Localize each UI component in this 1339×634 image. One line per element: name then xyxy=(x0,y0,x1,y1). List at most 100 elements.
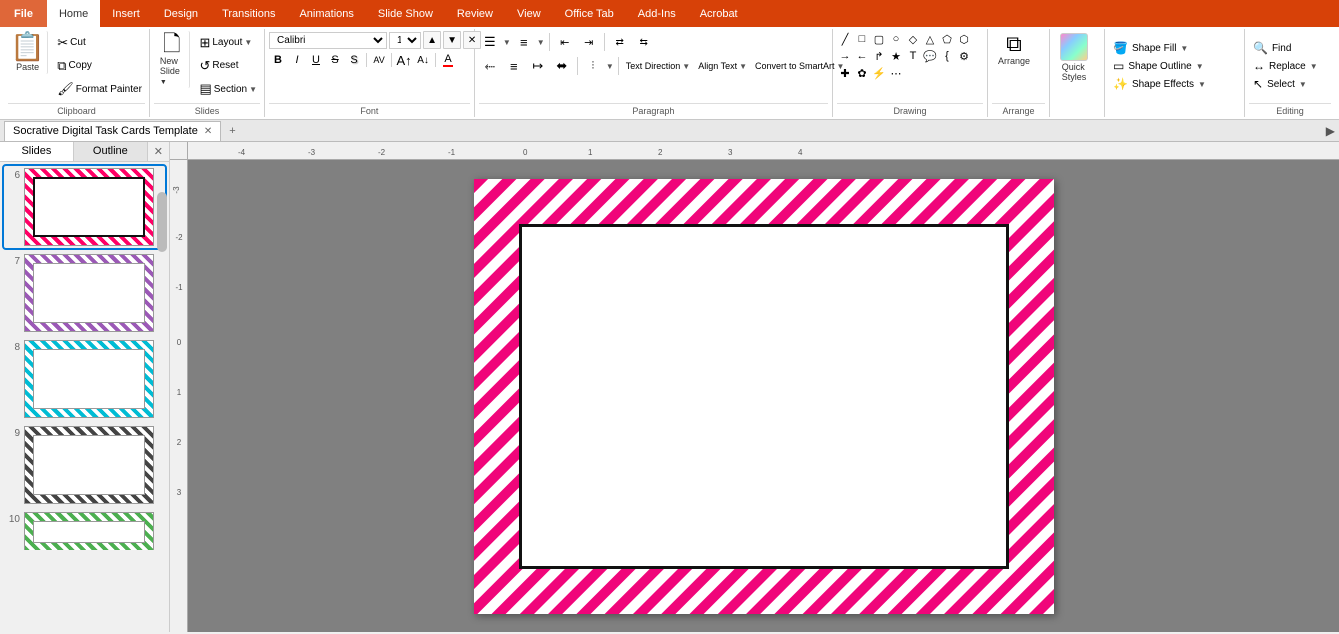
bold-button[interactable]: B xyxy=(269,51,287,69)
new-slide-button[interactable]: 🗋 NewSlide ▼ xyxy=(154,31,191,88)
shapes-container: ╱ □ ▢ ○ ◇ △ ⬠ ⬡ → ← ↱ ★ T 💬 { ⚙ ✚ ✿ ⚡ ⋯ xyxy=(837,31,987,81)
shape-arrow-r[interactable]: → xyxy=(837,48,853,64)
arrange-button[interactable]: ⧉ Arrange xyxy=(992,31,1036,68)
shape-effects-button[interactable]: ✨ Shape Effects ▼ xyxy=(1109,76,1210,92)
text-direction-button[interactable]: Text Direction ▼ xyxy=(623,60,693,72)
shape-hexagon[interactable]: ⬡ xyxy=(956,31,972,47)
svg-text:-2: -2 xyxy=(175,233,183,242)
font-name-select[interactable]: Calibri xyxy=(269,32,387,49)
strikethrough-button[interactable]: S xyxy=(326,51,344,69)
cut-button[interactable]: ✂ Cut xyxy=(54,34,145,52)
slide-item-10[interactable]: 10 xyxy=(4,510,165,550)
copy-button[interactable]: ⧉ Copy xyxy=(54,57,145,75)
slide-item-8[interactable]: 8 xyxy=(4,338,165,420)
tab-review[interactable]: Review xyxy=(445,0,505,27)
slide-item-7[interactable]: 7 xyxy=(4,252,165,334)
shape-outline-button[interactable]: ▭ Shape Outline ▼ xyxy=(1109,58,1208,74)
find-button[interactable]: 🔍 Find xyxy=(1249,40,1295,56)
font-group: Calibri 12 ▲ ▼ ✕ B I U S S AV A↑ A↓ xyxy=(265,29,475,117)
convert-smartart-label: Convert to SmartArt xyxy=(755,61,835,71)
select-button[interactable]: ↖ Select ▼ xyxy=(1249,76,1311,92)
slides-stack: ⊞ Layout ▼ ↺ Reset ▤ Section ▼ xyxy=(196,31,260,101)
tab-slideshow[interactable]: Slide Show xyxy=(366,0,445,27)
decrease-indent-button[interactable]: ⇤ xyxy=(554,31,576,53)
shape-bracket[interactable]: { xyxy=(939,48,955,64)
slide-canvas[interactable] xyxy=(474,179,1054,614)
scroll-handle[interactable] xyxy=(157,192,167,252)
align-left-button[interactable]: ⬸ xyxy=(479,55,501,77)
shape-pentagon[interactable]: ⬠ xyxy=(939,31,955,47)
shape-rounded-rect[interactable]: ▢ xyxy=(871,31,887,47)
italic-button[interactable]: I xyxy=(288,51,306,69)
doc-tab-scroll-right[interactable]: ▶ xyxy=(1326,124,1339,138)
format-painter-button[interactable]: 🖌 Format Painter xyxy=(54,80,145,98)
increase-indent-button[interactable]: ⇥ xyxy=(578,31,600,53)
doc-tab-main[interactable]: Socrative Digital Task Cards Template ✕ xyxy=(4,121,221,141)
shape-oval[interactable]: ○ xyxy=(888,31,904,47)
tab-insert[interactable]: Insert xyxy=(100,0,152,27)
tab-officetab[interactable]: Office Tab xyxy=(553,0,626,27)
font-name-row: Calibri 12 ▲ ▼ ✕ xyxy=(269,31,481,49)
shape-lightning[interactable]: ⚡ xyxy=(871,65,887,81)
shape-triangle[interactable]: △ xyxy=(922,31,938,47)
tab-acrobat[interactable]: Acrobat xyxy=(688,0,750,27)
layout-button[interactable]: ⊞ Layout ▼ xyxy=(196,34,260,52)
font-size-select[interactable]: 12 xyxy=(389,32,421,49)
ltr-direction-button[interactable]: ⇆ xyxy=(633,31,655,53)
reset-button[interactable]: ↺ Reset xyxy=(196,57,260,75)
shape-bent-arrow[interactable]: ↱ xyxy=(871,48,887,64)
align-text-button[interactable]: Align Text ▼ xyxy=(695,60,750,72)
shape-rect[interactable]: □ xyxy=(854,31,870,47)
slide-content-area[interactable] xyxy=(519,224,1009,569)
char-spacing-button[interactable]: AV xyxy=(370,51,388,69)
shape-gear[interactable]: ⚙ xyxy=(956,48,972,64)
quick-styles-button[interactable]: QuickStyles xyxy=(1054,31,1094,84)
tab-home[interactable]: Home xyxy=(47,0,100,27)
align-center-button[interactable]: ≡ xyxy=(503,55,525,77)
text-shadow-button[interactable]: S xyxy=(345,51,363,69)
shape-callout[interactable]: 💬 xyxy=(922,48,938,64)
numbering-button[interactable]: ≡ xyxy=(513,31,535,53)
shape-diamond[interactable]: ◇ xyxy=(905,31,921,47)
shape-flower[interactable]: ✿ xyxy=(854,65,870,81)
slide-item-6[interactable]: 6 xyxy=(4,166,165,248)
slide-item-9[interactable]: 9 xyxy=(4,424,165,506)
underline-button[interactable]: U xyxy=(307,51,325,69)
shape-plus[interactable]: ✚ xyxy=(837,65,853,81)
paragraph-row1: ☰ ▼ ≡ ▼ ⇤ ⇥ ⇄ ⇆ xyxy=(479,31,655,53)
increase-font-button[interactable]: ▲ xyxy=(423,31,441,49)
align-right-button[interactable]: ↦ xyxy=(527,55,549,77)
columns-button[interactable]: ⫶ xyxy=(582,55,604,77)
find-icon: 🔍 xyxy=(1253,41,1268,55)
tab-animations[interactable]: Animations xyxy=(287,0,365,27)
bullets-button[interactable]: ☰ xyxy=(479,31,501,53)
arrange-group: ⧉ Arrange Arrange xyxy=(988,29,1050,117)
shape-fill-button[interactable]: 🪣 Shape Fill ▼ xyxy=(1109,40,1192,56)
decrease-font-button[interactable]: ▼ xyxy=(443,31,461,49)
shape-line[interactable]: ╱ xyxy=(837,31,853,47)
tab-view[interactable]: View xyxy=(505,0,553,27)
replace-button[interactable]: ↔ Replace ▼ xyxy=(1249,58,1322,74)
justify-button[interactable]: ⬌ xyxy=(551,55,573,77)
font-size-decrease2[interactable]: A↓ xyxy=(414,51,432,69)
tab-outline[interactable]: Outline xyxy=(74,142,148,161)
new-tab-button[interactable]: + xyxy=(221,123,243,139)
rtl-direction-button[interactable]: ⇄ xyxy=(609,31,631,53)
tab-addins[interactable]: Add-Ins xyxy=(626,0,688,27)
section-button[interactable]: ▤ Section ▼ xyxy=(196,80,260,98)
main-area: Slides Outline ✕ 6 7 8 xyxy=(0,142,1339,632)
tab-design[interactable]: Design xyxy=(152,0,210,27)
paste-button[interactable]: 📋 Paste xyxy=(8,31,48,74)
slide-panel-close[interactable]: ✕ xyxy=(148,142,169,161)
shape-arrow-l[interactable]: ← xyxy=(854,48,870,64)
shape-text[interactable]: T xyxy=(905,48,921,64)
doc-tab-close-button[interactable]: ✕ xyxy=(204,126,212,137)
tab-file[interactable]: File xyxy=(0,0,47,27)
tab-slides[interactable]: Slides xyxy=(0,142,74,161)
shape-star[interactable]: ★ xyxy=(888,48,904,64)
tab-transitions[interactable]: Transitions xyxy=(210,0,287,27)
font-size-increase2[interactable]: A↑ xyxy=(395,51,413,69)
font-sep xyxy=(366,53,367,67)
shape-more[interactable]: ⋯ xyxy=(888,65,904,81)
font-color-button[interactable]: A xyxy=(439,51,457,69)
